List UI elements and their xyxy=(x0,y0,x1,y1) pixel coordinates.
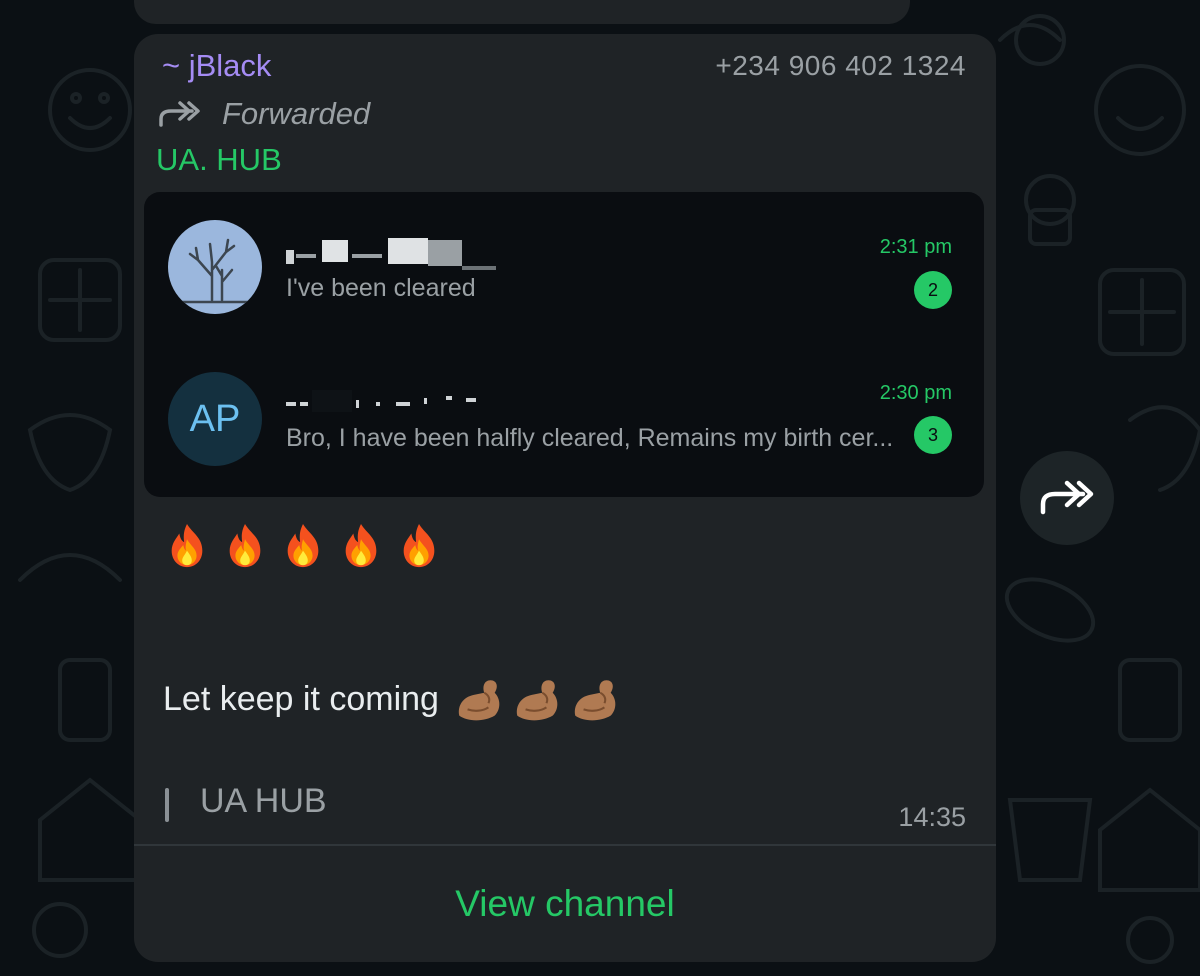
channel-signature: UA HUB xyxy=(200,782,327,820)
redacted-contact-name xyxy=(286,238,496,270)
signature-bar xyxy=(165,788,169,822)
chat-time: 2:30 pm xyxy=(879,382,952,404)
fire-emoji xyxy=(171,523,203,568)
redacted-contact-name xyxy=(286,390,476,412)
flexed-biceps-emoji-row xyxy=(453,674,619,724)
chat-time: 2:31 pm xyxy=(879,236,952,258)
channel-name[interactable]: UA. HUB xyxy=(156,142,282,178)
unread-badge: 3 xyxy=(914,416,952,454)
forwarded-message-bubble[interactable]: ~ jBlack +234 906 402 1324 Forwarded UA.… xyxy=(134,34,996,962)
chat-list-screenshot[interactable]: I've been cleared 2:31 pm 2 AP Bro, I ha… xyxy=(144,192,984,497)
forward-icon xyxy=(159,101,200,127)
fire-emoji xyxy=(229,523,261,568)
avatar xyxy=(168,220,262,314)
chat-preview: I've been cleared xyxy=(286,274,476,302)
sender-name[interactable]: ~ jBlack xyxy=(162,48,271,84)
previous-message-bubble xyxy=(134,0,910,24)
fire-emoji-row xyxy=(164,522,442,570)
flexed-biceps-emoji xyxy=(516,680,558,721)
message-text: Let keep it coming xyxy=(163,679,439,718)
flexed-biceps-emoji xyxy=(574,680,616,721)
screenshot-chat-row: AP Bro, I have been halfly cleared, Rema… xyxy=(144,344,984,466)
message-timestamp: 14:35 xyxy=(898,802,966,832)
unread-badge: 2 xyxy=(914,271,952,309)
forwarded-indicator: Forwarded xyxy=(158,94,370,134)
screenshot-chat-row: I've been cleared 2:31 pm 2 xyxy=(144,192,984,314)
avatar: AP xyxy=(168,372,262,466)
message-body: Let keep it coming xyxy=(163,674,619,724)
forward-message-button[interactable] xyxy=(1020,451,1114,545)
chat-preview: Bro, I have been halfly cleared, Remains… xyxy=(286,424,894,452)
tree-icon xyxy=(180,238,250,304)
fire-emoji xyxy=(345,523,377,568)
fire-emoji xyxy=(287,523,319,568)
fire-emoji xyxy=(403,523,435,568)
view-channel-button[interactable]: View channel xyxy=(134,846,996,962)
forwarded-label: Forwarded xyxy=(222,96,371,131)
forward-icon xyxy=(1040,480,1094,515)
flexed-biceps-emoji xyxy=(458,680,500,721)
sender-phone: +234 906 402 1324 xyxy=(715,50,966,81)
